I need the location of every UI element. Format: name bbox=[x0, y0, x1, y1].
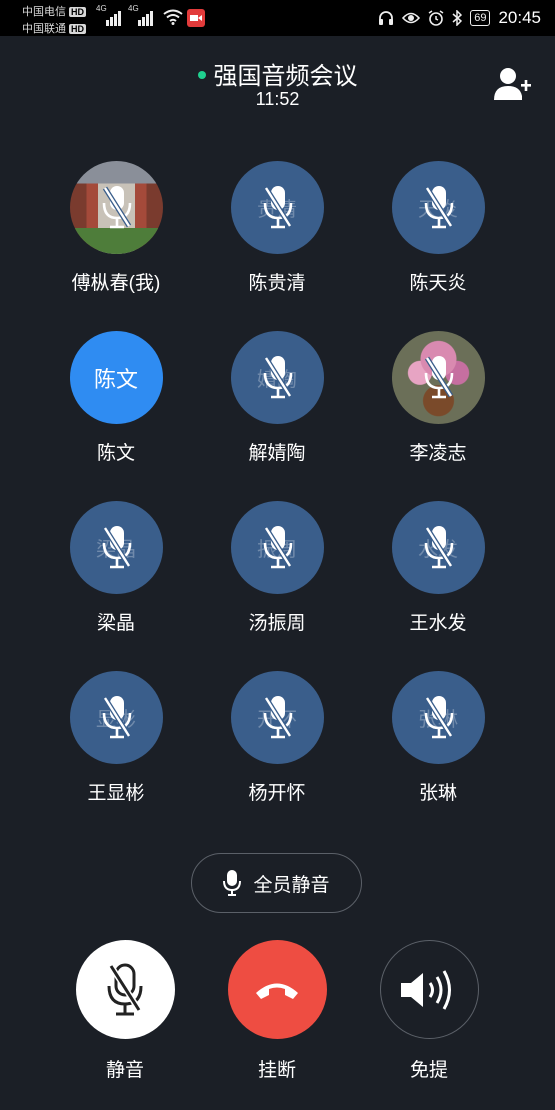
mute-button[interactable] bbox=[75, 940, 175, 1039]
conference-title-text: 强国音频会议 bbox=[213, 63, 358, 90]
avatar: 张琳 bbox=[391, 671, 485, 764]
mute-control: 静音 bbox=[70, 940, 180, 1082]
avatar-text: 陈文 bbox=[93, 366, 138, 392]
member-name: 陈贵清 bbox=[248, 273, 306, 294]
hangup-button[interactable] bbox=[227, 940, 327, 1039]
microphone-off-icon bbox=[424, 696, 453, 739]
avatar: 梁晶 bbox=[69, 501, 163, 594]
avatar: 婧陶 bbox=[230, 331, 324, 424]
member-item[interactable]: 开怀杨开怀 bbox=[207, 671, 347, 805]
headset-icon bbox=[379, 11, 394, 25]
microphone-off-icon bbox=[263, 696, 292, 739]
speaker-button[interactable] bbox=[379, 940, 479, 1039]
member-name: 傅枞春(我) bbox=[71, 273, 161, 294]
conference-title: 强国音频会议 bbox=[0, 56, 555, 91]
avatar bbox=[69, 161, 163, 254]
microphone-off-icon bbox=[263, 186, 292, 229]
speaker-control: 免提 bbox=[374, 940, 484, 1082]
microphone-off-icon bbox=[424, 356, 453, 399]
avatar: 开怀 bbox=[230, 671, 324, 764]
member-name: 王显彬 bbox=[87, 783, 145, 804]
member-item[interactable]: 天炎陈天炎 bbox=[368, 161, 508, 295]
member-name: 汤振周 bbox=[248, 613, 306, 634]
eye-icon bbox=[402, 12, 421, 24]
avatar: 水发 bbox=[391, 501, 485, 594]
member-name: 解婧陶 bbox=[248, 443, 306, 464]
phone-hangup-icon bbox=[256, 983, 298, 999]
speaker-label: 免提 bbox=[409, 1060, 448, 1081]
call-timer: 11:52 bbox=[255, 89, 300, 109]
microphone-off-icon bbox=[102, 696, 131, 739]
status-bar: 中国电信 HD 中国联通 HD 4G 4G 69 20:45 bbox=[0, 0, 555, 36]
member-item[interactable]: 显彬王显彬 bbox=[46, 671, 186, 805]
live-indicator-icon bbox=[197, 70, 206, 79]
member-item[interactable]: 婧陶解婧陶 bbox=[207, 331, 347, 465]
hd-badge-2: HD bbox=[69, 24, 86, 34]
member-name: 王水发 bbox=[409, 613, 467, 634]
member-item[interactable]: 陈文 陈文 bbox=[46, 331, 186, 465]
alarm-icon bbox=[428, 10, 444, 26]
member-name: 杨开怀 bbox=[248, 783, 306, 804]
microphone-off-icon bbox=[263, 526, 292, 569]
mute-all-button[interactable]: 全员静音 bbox=[191, 853, 362, 913]
microphone-off-icon bbox=[107, 963, 143, 1015]
avatar: 天炎 bbox=[391, 161, 485, 254]
member-item[interactable]: 贵清陈贵清 bbox=[207, 161, 347, 295]
avatar: 显彬 bbox=[69, 671, 163, 764]
add-member-icon[interactable] bbox=[492, 66, 532, 102]
avatar: 振周 bbox=[230, 501, 324, 594]
wifi-icon bbox=[163, 9, 183, 25]
battery-indicator: 69 bbox=[470, 10, 491, 26]
video-record-icon bbox=[187, 9, 205, 27]
member-name: 张琳 bbox=[418, 783, 457, 804]
member-name: 李凌志 bbox=[409, 443, 467, 464]
hangup-label: 挂断 bbox=[257, 1060, 296, 1081]
member-name: 梁晶 bbox=[96, 613, 135, 634]
avatar: 贵清 bbox=[230, 161, 324, 254]
status-time: 20:45 bbox=[498, 8, 541, 27]
member-item[interactable]: 梁晶梁晶 bbox=[46, 501, 186, 635]
member-item[interactable]: 水发王水发 bbox=[368, 501, 508, 635]
microphone-icon bbox=[223, 870, 242, 896]
bluetooth-icon bbox=[452, 10, 463, 26]
microphone-off-icon bbox=[263, 356, 292, 399]
member-name: 陈文 bbox=[96, 443, 135, 464]
member-name: 陈天炎 bbox=[409, 273, 467, 294]
microphone-off-icon bbox=[102, 186, 131, 229]
member-item[interactable]: 傅枞春(我) bbox=[46, 161, 186, 295]
member-item[interactable]: 李凌志 bbox=[368, 331, 508, 465]
carrier-1: 中国电信 bbox=[22, 6, 66, 18]
speaker-icon bbox=[401, 969, 451, 1010]
mute-all-label: 全员静音 bbox=[253, 874, 330, 896]
microphone-off-icon bbox=[424, 186, 453, 229]
avatar bbox=[391, 331, 485, 424]
carrier-2: 中国联通 bbox=[22, 23, 66, 35]
member-item[interactable]: 张琳张琳 bbox=[368, 671, 508, 805]
avatar: 陈文 bbox=[69, 331, 163, 424]
member-item[interactable]: 振周汤振周 bbox=[207, 501, 347, 635]
microphone-off-icon bbox=[424, 526, 453, 569]
microphone-off-icon bbox=[102, 526, 131, 569]
hd-badge-1: HD bbox=[69, 7, 86, 17]
hangup-control: 挂断 bbox=[222, 940, 332, 1082]
mute-label: 静音 bbox=[105, 1060, 144, 1081]
